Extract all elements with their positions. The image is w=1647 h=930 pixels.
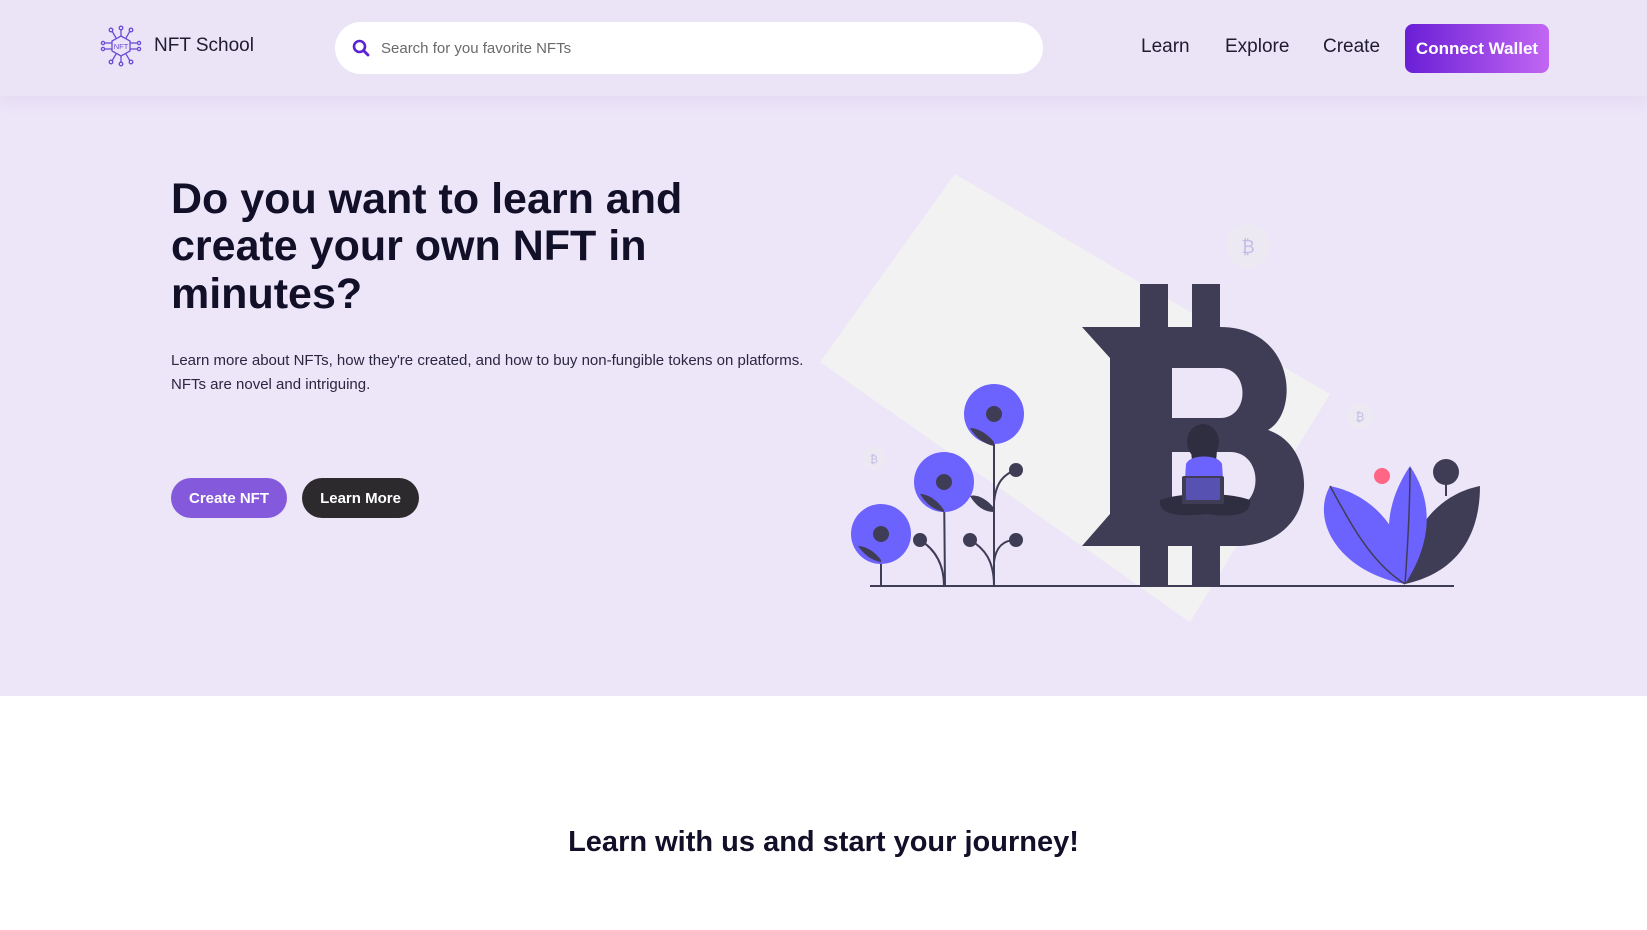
brand-name: NFT School xyxy=(154,35,254,56)
search-input[interactable] xyxy=(381,39,981,57)
floating-coin-icon: ₿ xyxy=(1226,224,1270,268)
hero-section: Do you want to learn and create your own… xyxy=(0,96,1647,696)
svg-text:₿: ₿ xyxy=(1241,237,1254,258)
bitcoin-illustration: ₿ ₿ ₿ xyxy=(820,174,1480,622)
brand[interactable]: NFT NFT School xyxy=(100,25,254,67)
svg-text:₿: ₿ xyxy=(870,453,878,466)
connect-wallet-button[interactable]: Connect Wallet xyxy=(1405,24,1549,73)
flower-plant-icon xyxy=(851,504,911,586)
create-nft-button[interactable]: Create NFT xyxy=(171,478,287,518)
nft-logo-icon: NFT xyxy=(100,25,142,67)
leaf-plant-icon xyxy=(1323,459,1480,585)
nav-create-link[interactable]: Create xyxy=(1323,36,1380,58)
search-bar[interactable] xyxy=(335,22,1043,74)
top-navbar: NFT NFT School Learn Explore Create Conn… xyxy=(0,0,1647,96)
learn-more-button[interactable]: Learn More xyxy=(302,478,419,518)
floating-coin-icon: ₿ xyxy=(862,446,886,470)
nav-learn-link[interactable]: Learn xyxy=(1141,36,1190,58)
svg-text:₿: ₿ xyxy=(1356,410,1365,424)
nav-explore-link[interactable]: Explore xyxy=(1225,36,1289,58)
floating-coin-icon: ₿ xyxy=(1347,403,1373,429)
search-icon[interactable] xyxy=(351,38,371,58)
section-title: Learn with us and start your journey! xyxy=(568,826,1079,858)
hero-description: Learn more about NFTs, how they're creat… xyxy=(171,352,804,393)
flower-plant-icon xyxy=(913,452,974,587)
hero-title: Do you want to learn and create your own… xyxy=(171,175,683,318)
logo-text: NFT xyxy=(114,42,129,51)
